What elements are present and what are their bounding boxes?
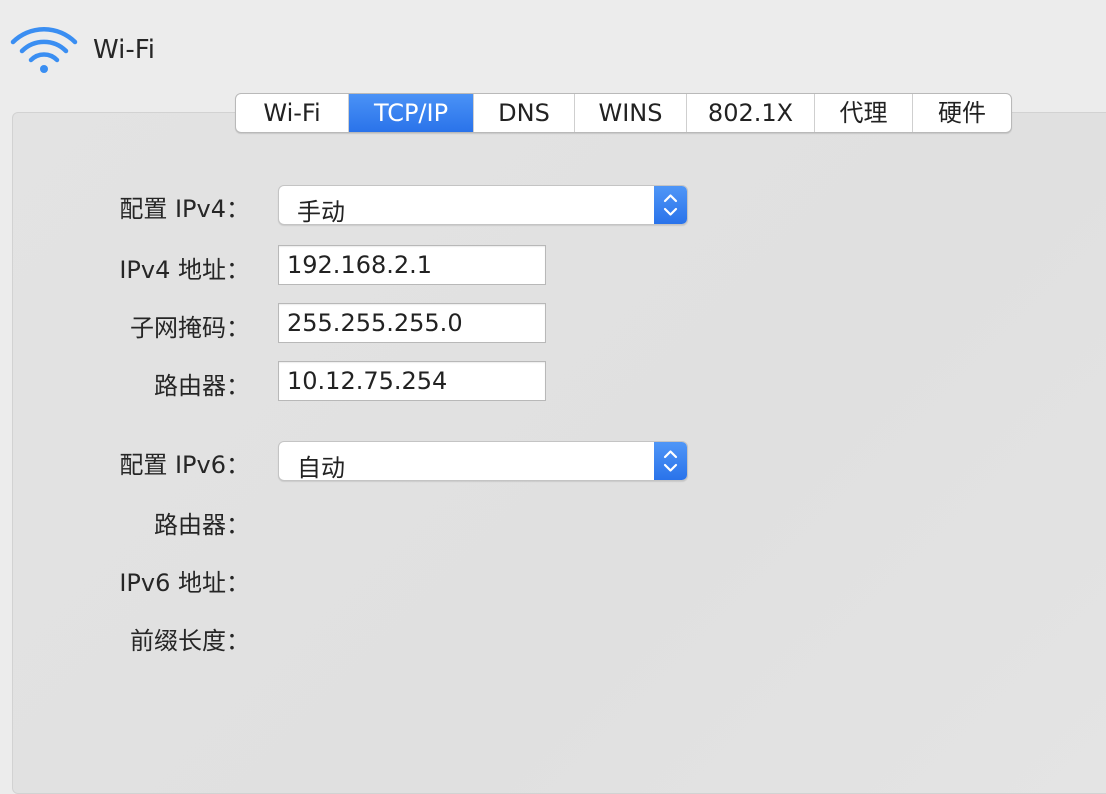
tab-8021x[interactable]: 802.1X <box>687 94 815 132</box>
ipv6-address-label: IPv6 地址： <box>119 569 250 597</box>
tab-wifi[interactable]: Wi-Fi <box>236 94 349 132</box>
configure-ipv4-popup[interactable]: 手动 <box>278 185 688 226</box>
subnet-mask-field[interactable]: 255.255.255.0 <box>278 303 546 343</box>
ipv4-address-field[interactable]: 192.168.2.1 <box>278 245 546 285</box>
prefix-length-label: 前缀长度： <box>130 627 250 655</box>
tab-tcpip[interactable]: TCP/IP <box>349 94 474 132</box>
configure-ipv6-popup[interactable]: 自动 <box>278 441 688 482</box>
ipv6-router-label: 路由器： <box>154 511 250 539</box>
configure-ipv4-value: 手动 <box>297 198 345 226</box>
wifi-icon <box>10 27 78 73</box>
tab-dns[interactable]: DNS <box>474 94 575 132</box>
configure-ipv6-value: 自动 <box>297 454 345 482</box>
ipv4-router-label: 路由器： <box>154 372 250 400</box>
configure-ipv4-label: 配置 IPv4： <box>119 195 250 223</box>
tab-proxy[interactable]: 代理 <box>815 94 913 132</box>
ipv4-address-label: IPv4 地址： <box>119 256 250 284</box>
popup-arrows-icon <box>654 442 687 480</box>
configure-ipv6-label: 配置 IPv6： <box>119 451 250 479</box>
tab-wins[interactable]: WINS <box>575 94 687 132</box>
subnet-mask-label: 子网掩码： <box>130 314 250 342</box>
tab-bar: Wi-Fi TCP/IP DNS WINS 802.1X 代理 硬件 <box>235 93 1012 133</box>
tab-hardware[interactable]: 硬件 <box>913 94 1011 132</box>
ipv4-router-field[interactable]: 10.12.75.254 <box>278 361 546 401</box>
header-title: Wi-Fi <box>93 35 156 65</box>
popup-arrows-icon <box>654 186 687 224</box>
window-header: Wi-Fi <box>0 0 1106 100</box>
